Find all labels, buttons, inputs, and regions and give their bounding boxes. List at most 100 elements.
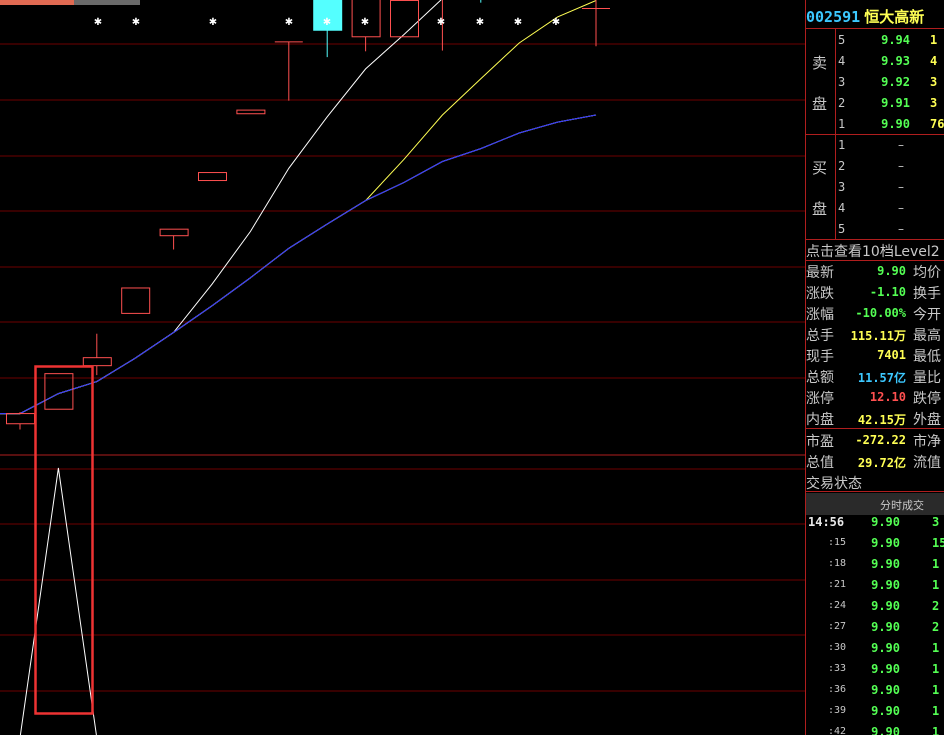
sell-row[interactable]: 3 9.92 3 [806, 72, 944, 93]
stat-value: 9.90 [877, 264, 906, 278]
event-star-icon: ✱ [437, 17, 445, 28]
trade-row: :15 9.90 15 [806, 533, 944, 554]
stat-value: -1.10 [869, 285, 906, 299]
stat-label: 量比 [913, 370, 941, 386]
sell-volume: 3 [930, 96, 938, 110]
trade-time: :21 [828, 579, 847, 590]
buy-price: – [898, 222, 904, 236]
event-star-icon: ✱ [323, 17, 331, 28]
trade-time: :27 [828, 621, 847, 632]
event-star-icon: ✱ [552, 17, 560, 28]
event-star-icon: ✱ [361, 17, 369, 28]
trade-row: :33 9.90 1 [806, 659, 944, 680]
buy-row[interactable]: 2– [806, 156, 944, 177]
stat-row: 内盘 42.15万 外盘 [806, 407, 944, 428]
trade-row: 14:56 9.90 3 [806, 512, 944, 533]
trade-price: 9.90 [871, 725, 900, 735]
buy-row[interactable]: 1– [806, 135, 944, 156]
buy-price: – [898, 138, 904, 152]
stat-row: 市盈 -272.22 市净 [806, 429, 944, 450]
stat-value: 42.15万 [857, 413, 906, 427]
event-star-icon: ✱ [132, 17, 140, 28]
trade-volume: 1 [932, 662, 940, 676]
event-star-icon: ✱ [514, 17, 522, 28]
level-number: 4 [838, 54, 846, 68]
level-number: 5 [838, 33, 846, 47]
trade-price: 9.90 [871, 683, 900, 697]
trade-time: :24 [828, 600, 847, 611]
trade-row: :36 9.90 1 [806, 680, 944, 701]
sell-price: 9.91 [881, 96, 910, 110]
sell-price: 9.90 [881, 117, 910, 131]
stat-row: 涨跌 -1.10 换手 [806, 281, 944, 302]
stock-name: 恒大高新 [864, 8, 925, 26]
sell-row[interactable]: 2 9.91 3 [806, 93, 944, 114]
trade-volume: 1 [932, 578, 940, 592]
quote-panel: 002591 恒大高新 卖 盘 5 9.94 1 4 9.93 4 3 9.92 3 2 9.91 3 1… [806, 0, 944, 735]
trade-time: :36 [828, 684, 847, 695]
trade-volume: 15 [932, 536, 944, 550]
level-number: 5 [838, 222, 846, 236]
trade-row: :27 9.90 2 [806, 617, 944, 638]
trade-volume: 1 [932, 557, 940, 571]
level-number: 1 [838, 117, 846, 131]
stat-value: 115.11万 [850, 329, 906, 343]
stat-value: 7401 [877, 348, 906, 362]
stat-row: 最新 9.90 均价 [806, 260, 944, 281]
trade-volume: 1 [932, 725, 940, 735]
trade-volume: 2 [932, 620, 940, 634]
ma5-line [0, 0, 442, 415]
stat-value: 12.10 [869, 390, 906, 404]
buy-row[interactable]: 5– [806, 219, 944, 240]
stat-value: -272.22 [855, 433, 906, 447]
trade-time: :39 [828, 705, 847, 716]
buy-price: – [898, 159, 904, 173]
sell-price: 9.92 [881, 75, 910, 89]
sell-price: 9.93 [881, 54, 910, 68]
level-number: 4 [838, 201, 846, 215]
stat-value: 29.72亿 [857, 456, 906, 470]
sell-volume: 4 [930, 54, 938, 68]
sell-volume: 1 [930, 33, 938, 47]
kline-chart[interactable]: 12.42✱✱✱✱✱✱✱✱✱✱ [0, 0, 806, 735]
candle-body [198, 172, 227, 182]
progress-fill [0, 0, 74, 5]
candle-body [121, 287, 151, 314]
buy-row[interactable]: 3– [806, 177, 944, 198]
stat-row: 涨停 12.10 跌停 [806, 386, 944, 407]
candle-body [6, 413, 35, 425]
stat-value: -10.00% [855, 306, 906, 320]
trade-time: :42 [828, 726, 847, 735]
buy-price: – [898, 201, 904, 215]
stat-row: 总手 115.11万 最高 [806, 323, 944, 344]
ma10-line [0, 0, 597, 415]
candle-body [44, 373, 74, 410]
level2-link[interactable]: 点击查看10档Level2 [806, 241, 940, 261]
progress-track [74, 0, 140, 5]
trade-row: :30 9.90 1 [806, 638, 944, 659]
stat-row: 现手 7401 最低 [806, 344, 944, 365]
stat-label: 跌停 [913, 391, 941, 407]
trade-price: 9.90 [871, 641, 900, 655]
trade-price: 9.90 [871, 515, 900, 529]
ma60-line [0, 114, 597, 415]
trade-row: :24 9.90 2 [806, 596, 944, 617]
sell-row[interactable]: 1 9.90 76 [806, 114, 944, 135]
buy-row[interactable]: 4– [806, 198, 944, 219]
trade-volume: 3 [932, 515, 940, 529]
stock-code: 002591 [806, 8, 861, 26]
stock-title: 002591 恒大高新 [806, 6, 944, 27]
trade-row: :21 9.90 1 [806, 575, 944, 596]
sell-volume: 3 [930, 75, 938, 89]
trade-price: 9.90 [871, 704, 900, 718]
event-star-icon: ✱ [285, 17, 293, 28]
level-number: 2 [838, 96, 846, 110]
trade-price: 9.90 [871, 599, 900, 613]
trade-status: 交易状态 [806, 476, 862, 492]
stat-row: 总额 11.57亿 量比 [806, 365, 944, 386]
sell-row[interactable]: 4 9.93 4 [806, 51, 944, 72]
sell-row[interactable]: 5 9.94 1 [806, 30, 944, 51]
sell-volume: 76 [930, 117, 944, 131]
level-number: 3 [838, 180, 846, 194]
stat-label: 最高 [913, 328, 941, 344]
